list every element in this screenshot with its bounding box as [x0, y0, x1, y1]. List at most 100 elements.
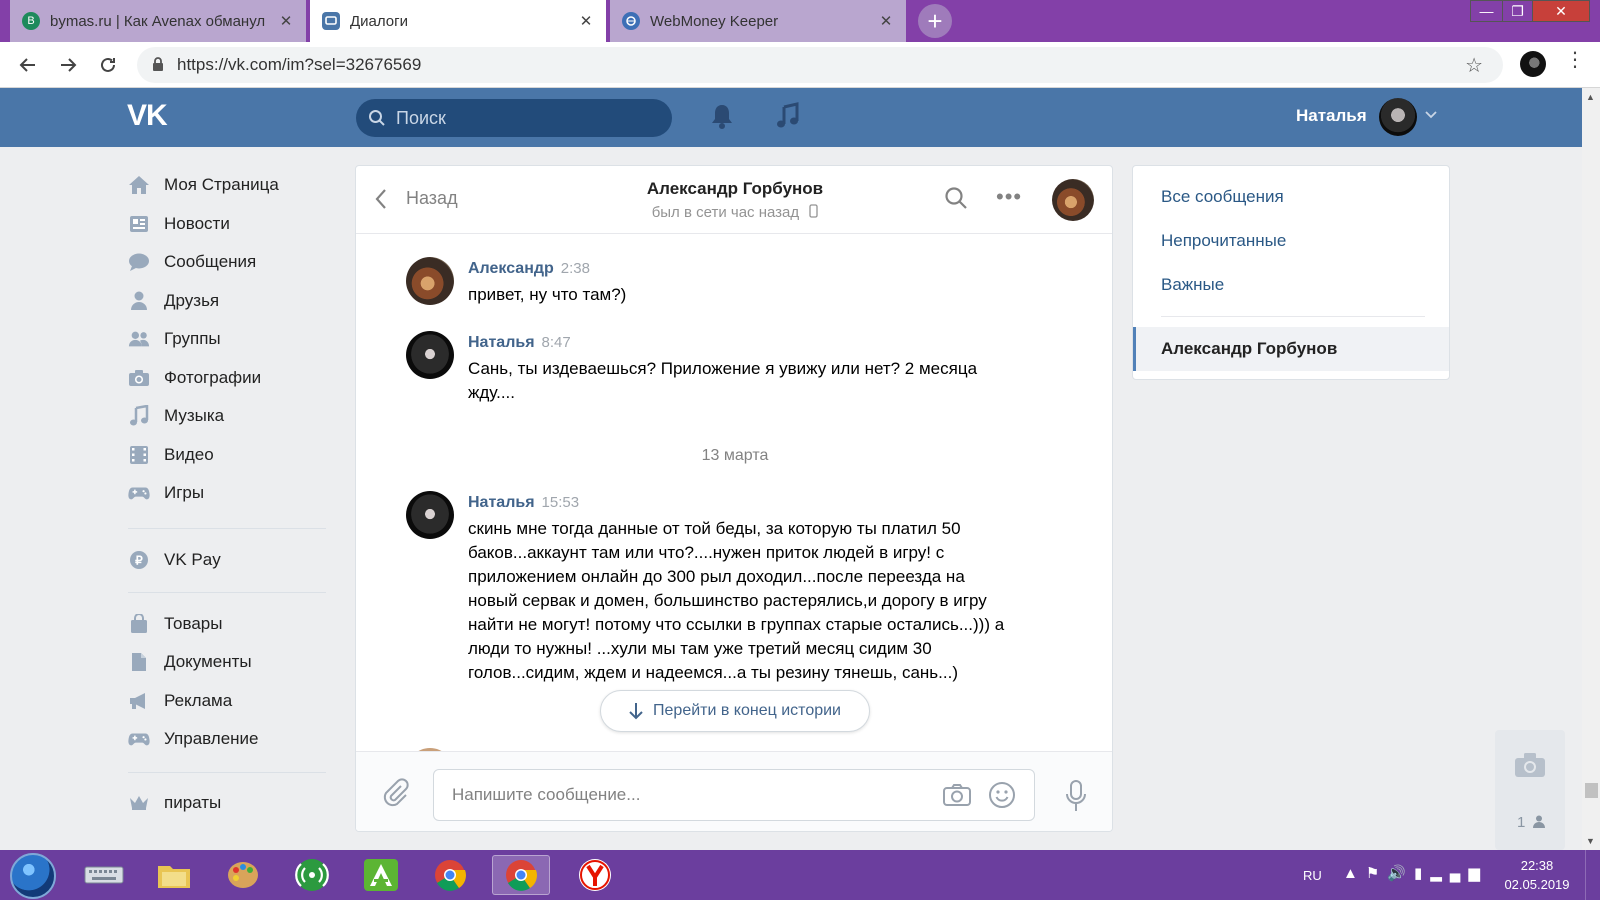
menu-item-vk-pay[interactable]: ₽ VK Pay	[128, 546, 221, 574]
vk-search-box[interactable]: Поиск	[356, 99, 672, 137]
power-icon[interactable]: ▮	[1414, 865, 1430, 882]
online-count: 1	[1517, 814, 1545, 831]
news-icon	[128, 213, 150, 235]
message-time[interactable]: 2:38	[561, 260, 590, 277]
close-tab-icon[interactable]: ✕	[278, 12, 294, 30]
date-separator: 13 марта	[701, 447, 769, 464]
browser-tab-webmoney[interactable]: WebMoney Keeper ✕	[610, 0, 906, 42]
header-user-avatar[interactable]	[1379, 98, 1417, 136]
menu-item-management[interactable]: Управление	[128, 725, 259, 753]
tab-title: Диалоги	[350, 12, 408, 30]
message-history[interactable]: Александр 2:38 привет, ну что там?) Натал…	[356, 235, 1112, 752]
show-desktop-button[interactable]	[1585, 850, 1600, 900]
message-author[interactable]: Наталья	[468, 494, 535, 511]
windows-start-button[interactable]	[10, 853, 56, 899]
menu-item-my-page[interactable]: Моя Страница	[128, 171, 279, 199]
menu-item-news[interactable]: Новости	[128, 210, 230, 238]
close-window-button[interactable]: ✕	[1532, 0, 1590, 22]
url-text[interactable]: https://vk.com/im?sel=32676569	[177, 55, 421, 75]
on-screen-keyboard-icon[interactable]	[75, 855, 133, 895]
browser-profile-avatar[interactable]	[1520, 51, 1546, 77]
message-author[interactable]: Александр	[468, 260, 554, 277]
page-scrollbar[interactable]: ▲ ▼	[1582, 88, 1600, 850]
search-icon	[369, 110, 385, 126]
message-time[interactable]: 8:47	[542, 334, 571, 351]
chrome-canary-icon[interactable]	[421, 855, 479, 895]
input-language[interactable]: RU	[1303, 868, 1322, 883]
menu-item-pirates[interactable]: пираты	[128, 789, 221, 817]
paperclip-icon[interactable]	[382, 778, 410, 813]
menu-item-photos[interactable]: Фотографии	[128, 364, 261, 392]
camera-icon[interactable]	[942, 783, 972, 812]
menu-item-video[interactable]: Видео	[128, 441, 214, 469]
menu-item-ads[interactable]: Реклама	[128, 687, 232, 715]
browser-menu-icon[interactable]: ⋮	[1565, 50, 1585, 70]
filter-all-messages[interactable]: Все сообщения	[1161, 187, 1284, 207]
chrome-icon[interactable]	[492, 855, 550, 895]
bookmark-star-icon[interactable]: ☆	[1465, 53, 1483, 78]
menu-item-documents[interactable]: Документы	[128, 648, 252, 676]
vk-logo[interactable]: VK	[127, 99, 168, 133]
message-time[interactable]: 15:53	[542, 494, 580, 511]
active-conversation-item[interactable]: Александр Горбунов	[1133, 327, 1449, 371]
online-count-value: 1	[1517, 814, 1526, 831]
forward-arrow-icon[interactable]	[53, 50, 83, 80]
message-avatar[interactable]	[406, 331, 454, 379]
more-options-icon[interactable]: •••	[996, 184, 1022, 210]
back-arrow-icon[interactable]	[13, 50, 43, 80]
filter-important[interactable]: Важные	[1161, 275, 1224, 295]
menu-item-label: Документы	[164, 652, 252, 671]
menu-item-label: Музыка	[164, 406, 225, 425]
filter-unread[interactable]: Непрочитанные	[1161, 231, 1286, 251]
reload-icon[interactable]	[93, 50, 123, 80]
wifi-hotspot-icon[interactable]	[283, 855, 341, 895]
paint-palette-icon[interactable]	[214, 855, 272, 895]
menu-item-groups[interactable]: Группы	[128, 325, 221, 353]
action-center-flag-icon[interactable]: ⚑	[1366, 865, 1387, 882]
new-tab-button[interactable]: +	[918, 4, 952, 38]
peer-avatar[interactable]	[1052, 179, 1094, 221]
system-tray: ▲⚑🔊▮▂▄▆	[1343, 864, 1488, 882]
volume-icon[interactable]: 🔊	[1387, 865, 1414, 882]
groups-icon	[128, 328, 150, 350]
browser-tab-dialogs[interactable]: Диалоги ✕	[310, 0, 606, 42]
scroll-up-arrow-icon[interactable]: ▲	[1586, 92, 1595, 102]
close-tab-icon[interactable]: ✕	[878, 12, 894, 30]
messages-icon	[128, 251, 150, 273]
network-signal-icon[interactable]: ▂▄▆	[1430, 865, 1488, 882]
chevron-down-icon[interactable]	[1425, 106, 1437, 122]
menu-item-friends[interactable]: Друзья	[128, 287, 219, 315]
menu-item-music[interactable]: Музыка	[128, 402, 224, 430]
menu-item-games[interactable]: Игры	[128, 479, 204, 507]
browser-tab-bymas[interactable]: B bymas.ru | Как Avenax обманул ✕	[10, 0, 306, 42]
camera-icon	[128, 367, 150, 389]
message-author[interactable]: Наталья	[468, 334, 535, 351]
search-icon[interactable]	[944, 186, 968, 215]
chat-widget[interactable]: 1	[1495, 730, 1565, 850]
address-bar[interactable]: https://vk.com/im?sel=32676569 ☆	[137, 47, 1503, 83]
menu-item-goods[interactable]: Товары	[128, 610, 222, 638]
tab-title: WebMoney Keeper	[650, 12, 779, 30]
emoji-smile-icon[interactable]	[988, 781, 1016, 814]
close-tab-icon[interactable]: ✕	[578, 12, 594, 30]
message-avatar[interactable]	[406, 257, 454, 305]
megaphone-icon	[128, 690, 150, 712]
maximize-button[interactable]: ❐	[1502, 0, 1532, 22]
app-store-icon[interactable]	[352, 855, 410, 895]
minimize-button[interactable]: —	[1470, 0, 1502, 22]
file-explorer-icon[interactable]	[145, 855, 203, 895]
notifications-bell-icon[interactable]	[709, 102, 735, 135]
camera-icon[interactable]	[1514, 752, 1546, 783]
system-clock[interactable]: 22:38 02.05.2019	[1492, 856, 1582, 894]
go-to-end-button[interactable]: Перейти в конец истории	[600, 690, 870, 732]
menu-item-label: Друзья	[164, 291, 220, 310]
message-avatar[interactable]	[406, 491, 454, 539]
header-user-name[interactable]: Наталья	[1296, 106, 1367, 126]
yandex-browser-icon[interactable]	[566, 855, 624, 895]
microphone-icon[interactable]	[1064, 779, 1088, 818]
menu-item-messages[interactable]: Сообщения	[128, 248, 256, 276]
scroll-thumb[interactable]	[1585, 783, 1598, 798]
music-player-icon[interactable]	[775, 102, 801, 135]
scroll-down-arrow-icon[interactable]: ▼	[1586, 836, 1595, 846]
show-hidden-icons-icon[interactable]: ▲	[1343, 865, 1366, 882]
